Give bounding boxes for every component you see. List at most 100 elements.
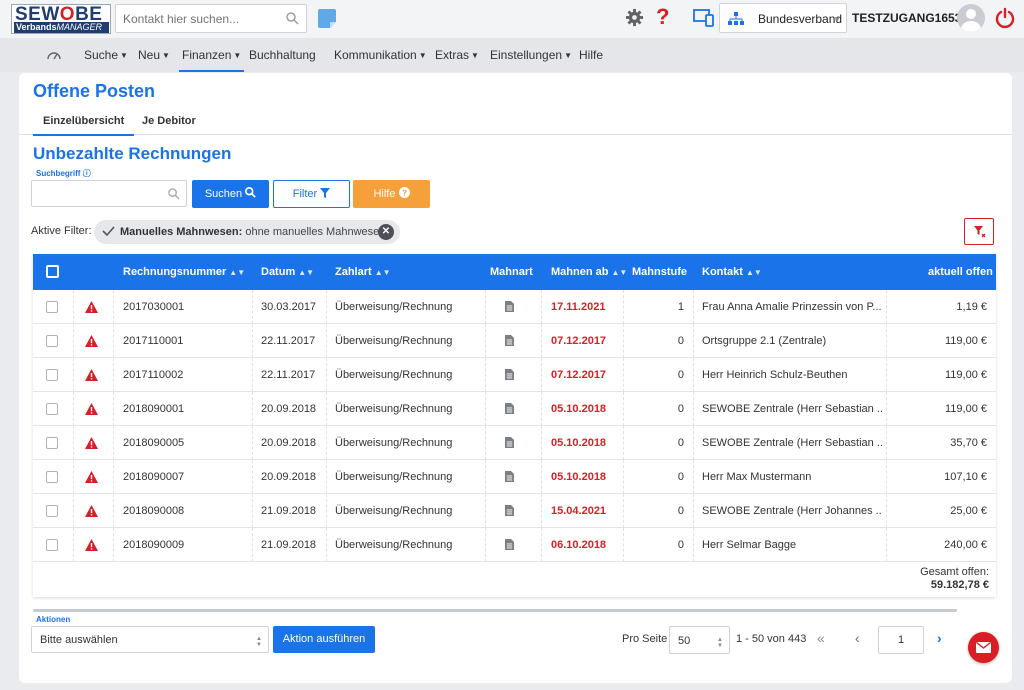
column-divider — [485, 358, 486, 392]
tab-je-debitor[interactable]: Je Debitor — [142, 115, 196, 127]
row-checkbox[interactable] — [46, 505, 58, 517]
row-checkbox[interactable] — [46, 403, 58, 415]
table-row[interactable]: 2018090009 21.09.2018 Überweisung/Rechnung… — [33, 528, 996, 562]
table-row[interactable]: 2017110001 22.11.2017 Überweisung/Rechnung… — [33, 324, 996, 358]
row-checkbox[interactable] — [46, 539, 58, 551]
table-row[interactable]: 2018090008 21.09.2018 Überweisung/Rechnung… — [33, 494, 996, 528]
nav-finanzen[interactable]: Finanzen ▼ — [178, 48, 245, 72]
clear-filter-button[interactable] — [964, 218, 994, 245]
cell-mahnen-ab: 05.10.2018 — [551, 437, 607, 449]
row-checkbox[interactable] — [46, 335, 58, 347]
column-divider — [541, 494, 542, 528]
cell-zahlart: Überweisung/Rechnung — [335, 505, 453, 517]
document-icon[interactable] — [505, 471, 514, 485]
col-kontakt[interactable]: Kontakt ▲▼ — [702, 266, 762, 278]
table-row[interactable]: 2018090005 20.09.2018 Überweisung/Rechnung… — [33, 426, 996, 460]
nav-einstellungen[interactable]: Einstellungen ▼ — [490, 48, 572, 62]
mail-button[interactable] — [968, 632, 999, 663]
page-number-input[interactable]: 1 — [878, 626, 924, 654]
cell-kontakt: Herr Heinrich Schulz-Beuthen — [702, 369, 848, 381]
column-divider — [252, 324, 253, 358]
execute-action-button[interactable]: Aktion ausführen — [273, 626, 375, 653]
col-rechnungsnummer[interactable]: Rechnungsnummer ▲▼ — [123, 266, 245, 278]
search-icon[interactable] — [286, 12, 299, 28]
organization-select[interactable]: Bundesverband ▼ — [719, 3, 847, 33]
document-icon[interactable] — [505, 403, 514, 417]
power-icon[interactable] — [994, 7, 1016, 32]
column-divider — [886, 392, 887, 426]
search-button[interactable]: Suchen — [192, 180, 269, 208]
nav-buchhaltung[interactable]: Buchhaltung — [249, 48, 316, 62]
caret-down-icon: ▼ — [418, 51, 427, 60]
col-datum[interactable]: Datum ▲▼ — [261, 266, 314, 278]
column-divider — [693, 324, 694, 358]
chevron-down-icon: ▼ — [833, 15, 841, 24]
first-page-icon[interactable]: « — [817, 630, 825, 646]
remove-filter-icon[interactable]: ✕ — [378, 224, 394, 240]
column-divider — [623, 426, 624, 460]
question-circle-icon: ? — [398, 187, 410, 198]
table-row[interactable]: 2017110002 22.11.2017 Überweisung/Rechnung… — [33, 358, 996, 392]
prev-page-icon[interactable]: ‹ — [855, 630, 860, 646]
column-divider — [623, 494, 624, 528]
logo[interactable]: SEWOBE VerbandsMANAGER — [11, 4, 111, 34]
document-icon[interactable] — [505, 539, 514, 553]
document-icon[interactable] — [505, 437, 514, 451]
table-row[interactable]: 2018090001 20.09.2018 Überweisung/Rechnung… — [33, 392, 996, 426]
nav-kommunikation[interactable]: Kommunikation ▼ — [334, 48, 427, 62]
row-checkbox[interactable] — [46, 437, 58, 449]
col-zahlart[interactable]: Zahlart ▲▼ — [335, 266, 391, 278]
per-page-select[interactable]: 50 ▲ ▼ — [669, 626, 730, 654]
column-divider — [886, 426, 887, 460]
help-icon[interactable]: ? — [656, 5, 669, 29]
column-divider — [252, 528, 253, 562]
next-page-icon[interactable]: › — [937, 630, 942, 646]
select-all-checkbox[interactable] — [46, 265, 59, 278]
document-icon[interactable] — [505, 369, 514, 383]
table-row[interactable]: 2018090007 20.09.2018 Überweisung/Rechnung… — [33, 460, 996, 494]
dashboard-icon[interactable] — [47, 49, 61, 64]
column-divider — [693, 426, 694, 460]
col-mahnen-ab[interactable]: Mahnen ab ▲▼ — [551, 266, 627, 278]
column-divider — [541, 324, 542, 358]
column-divider — [326, 290, 327, 324]
actions-select[interactable]: Bitte auswählen ▲ ▼ — [31, 626, 269, 653]
document-icon[interactable] — [505, 301, 514, 315]
cell-datum: 30.03.2017 — [261, 301, 317, 313]
document-icon[interactable] — [505, 505, 514, 519]
cell-datum: 20.09.2018 — [261, 471, 317, 483]
column-divider — [623, 392, 624, 426]
cell-aktuell-offen: 119,00 € — [944, 335, 987, 347]
avatar[interactable] — [957, 4, 985, 32]
nav-extras[interactable]: Extras ▼ — [435, 48, 479, 62]
column-divider — [326, 358, 327, 392]
horizontal-scrollbar[interactable] — [33, 609, 957, 612]
search-field[interactable] — [31, 180, 187, 207]
table-row[interactable]: 2017030001 30.03.2017 Überweisung/Rechnung… — [33, 290, 996, 324]
tab-einzeluebersicht[interactable]: Einzelübersicht — [32, 115, 135, 136]
caret-down-icon: ▼ — [162, 51, 170, 60]
cell-zahlart: Überweisung/Rechnung — [335, 471, 453, 483]
nav-hilfe[interactable]: Hilfe — [579, 48, 603, 62]
column-divider — [73, 494, 74, 528]
devices-icon[interactable] — [693, 9, 715, 30]
cell-rechnungsnummer: 2017110002 — [123, 369, 184, 381]
gear-icon[interactable] — [625, 8, 644, 30]
contact-search-input[interactable] — [116, 5, 281, 32]
row-checkbox[interactable] — [46, 301, 58, 313]
help-button[interactable]: Hilfe ? — [353, 180, 430, 208]
column-divider — [113, 426, 114, 460]
document-icon[interactable] — [505, 335, 514, 349]
nav-suche[interactable]: Suche ▼ — [84, 48, 128, 62]
nav-neu[interactable]: Neu ▼ — [138, 48, 170, 62]
cell-zahlart: Überweisung/Rechnung — [335, 539, 453, 551]
row-checkbox[interactable] — [46, 369, 58, 381]
info-icon: ⓘ — [82, 169, 91, 178]
filter-button[interactable]: Filter — [273, 180, 350, 208]
column-divider — [485, 460, 486, 494]
cell-kontakt: SEWOBE Zentrale (Herr Johannes ... — [702, 505, 882, 517]
row-checkbox[interactable] — [46, 471, 58, 483]
active-filter-label: Aktive Filter: — [31, 225, 92, 237]
column-divider — [252, 290, 253, 324]
note-icon[interactable] — [318, 9, 336, 28]
